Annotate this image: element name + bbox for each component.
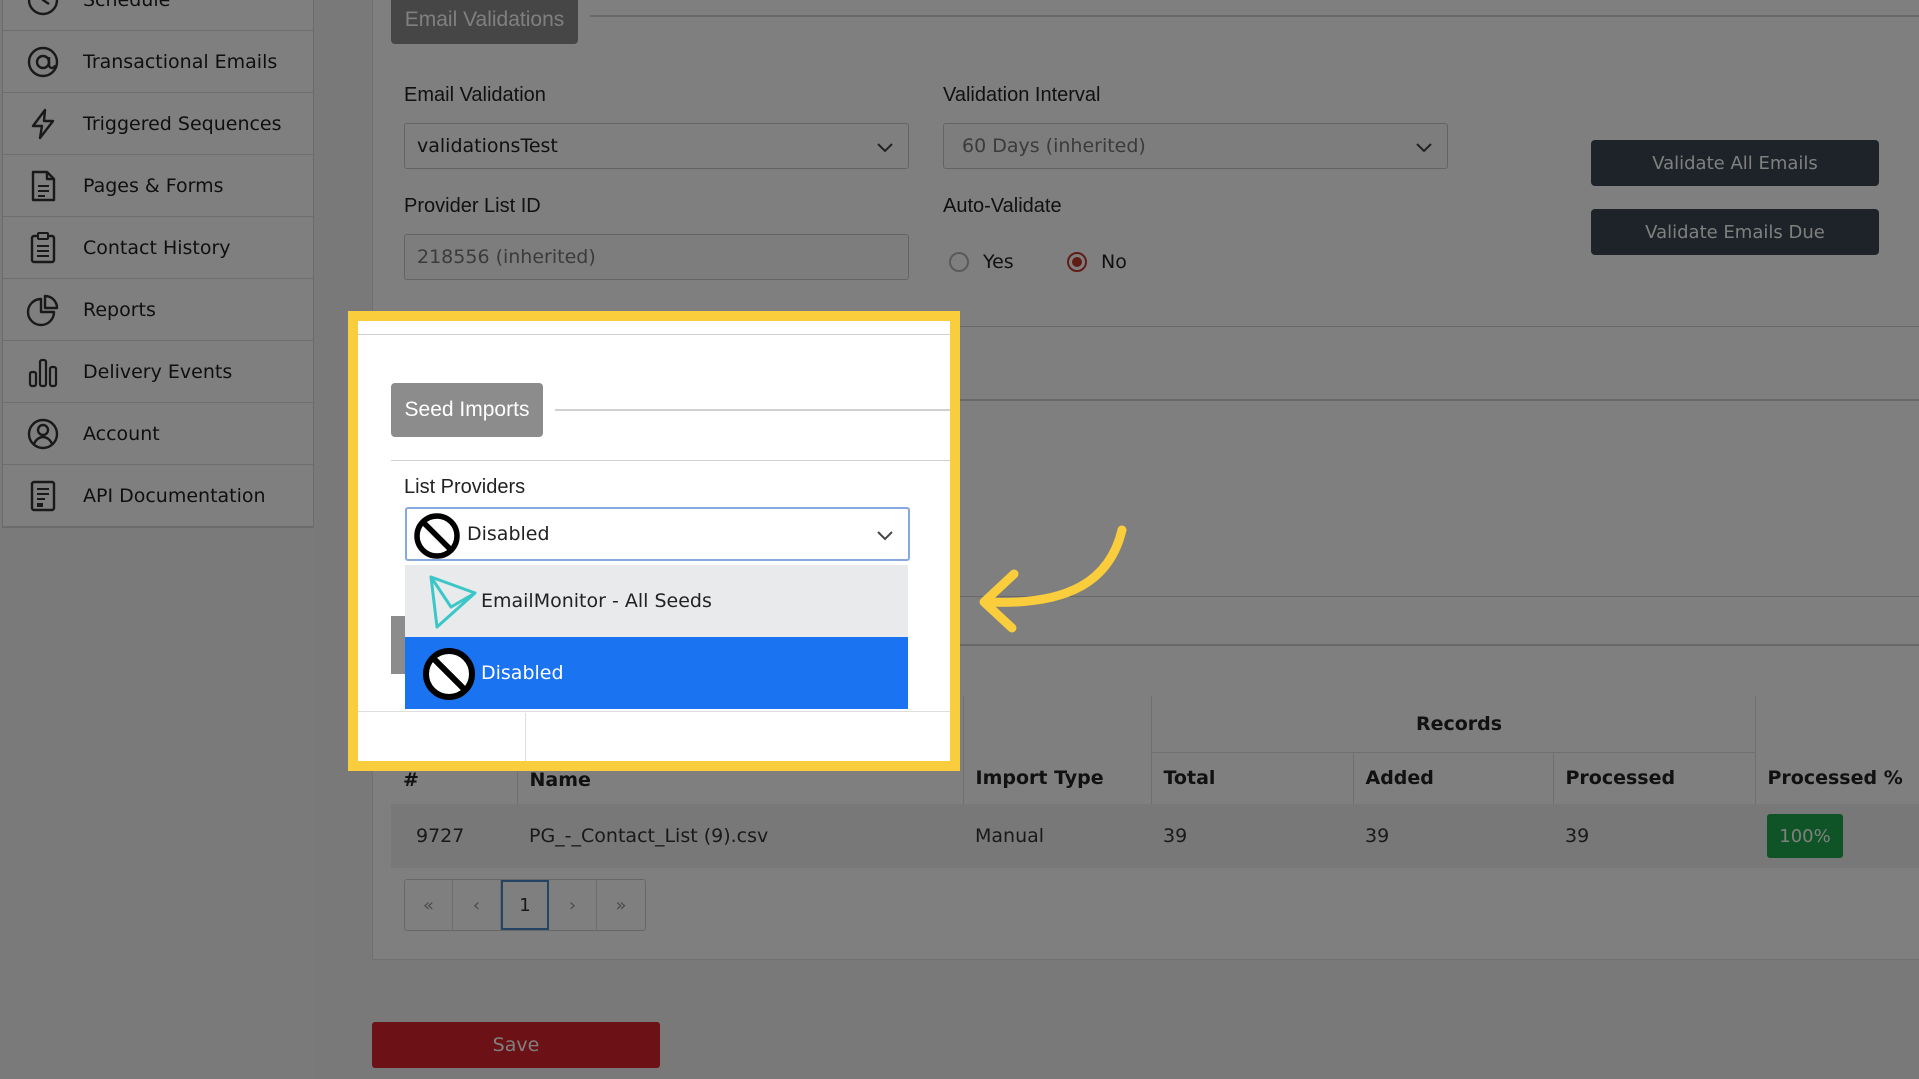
list-providers-label: List Providers — [404, 476, 526, 498]
list-providers-value: Disabled — [467, 523, 550, 545]
emailmonitor-logo-icon — [429, 575, 477, 629]
dropdown-option-emailmonitor[interactable]: EmailMonitor - All Seeds — [405, 565, 908, 637]
section-divider — [555, 409, 950, 411]
highlight-spotlight: Seed Imports List Providers Disabled Ema… — [348, 311, 960, 771]
ban-icon — [414, 513, 460, 559]
section-divider — [391, 460, 950, 461]
dropdown-option-label: Disabled — [481, 662, 564, 684]
chevron-down-icon — [877, 531, 893, 541]
table-column-divider — [525, 713, 526, 761]
ban-icon — [423, 648, 475, 700]
list-providers-select[interactable]: Disabled — [405, 507, 910, 561]
annotation-arrow-icon — [979, 525, 1127, 633]
list-providers-dropdown: EmailMonitor - All Seeds Disabled — [405, 565, 908, 709]
section-divider — [358, 334, 950, 335]
dropdown-option-label: EmailMonitor - All Seeds — [481, 590, 712, 612]
table-header-line — [358, 711, 950, 712]
section-tab-partial — [391, 616, 405, 674]
seed-imports-tab[interactable]: Seed Imports — [391, 383, 543, 437]
dropdown-option-disabled[interactable]: Disabled — [405, 637, 908, 709]
